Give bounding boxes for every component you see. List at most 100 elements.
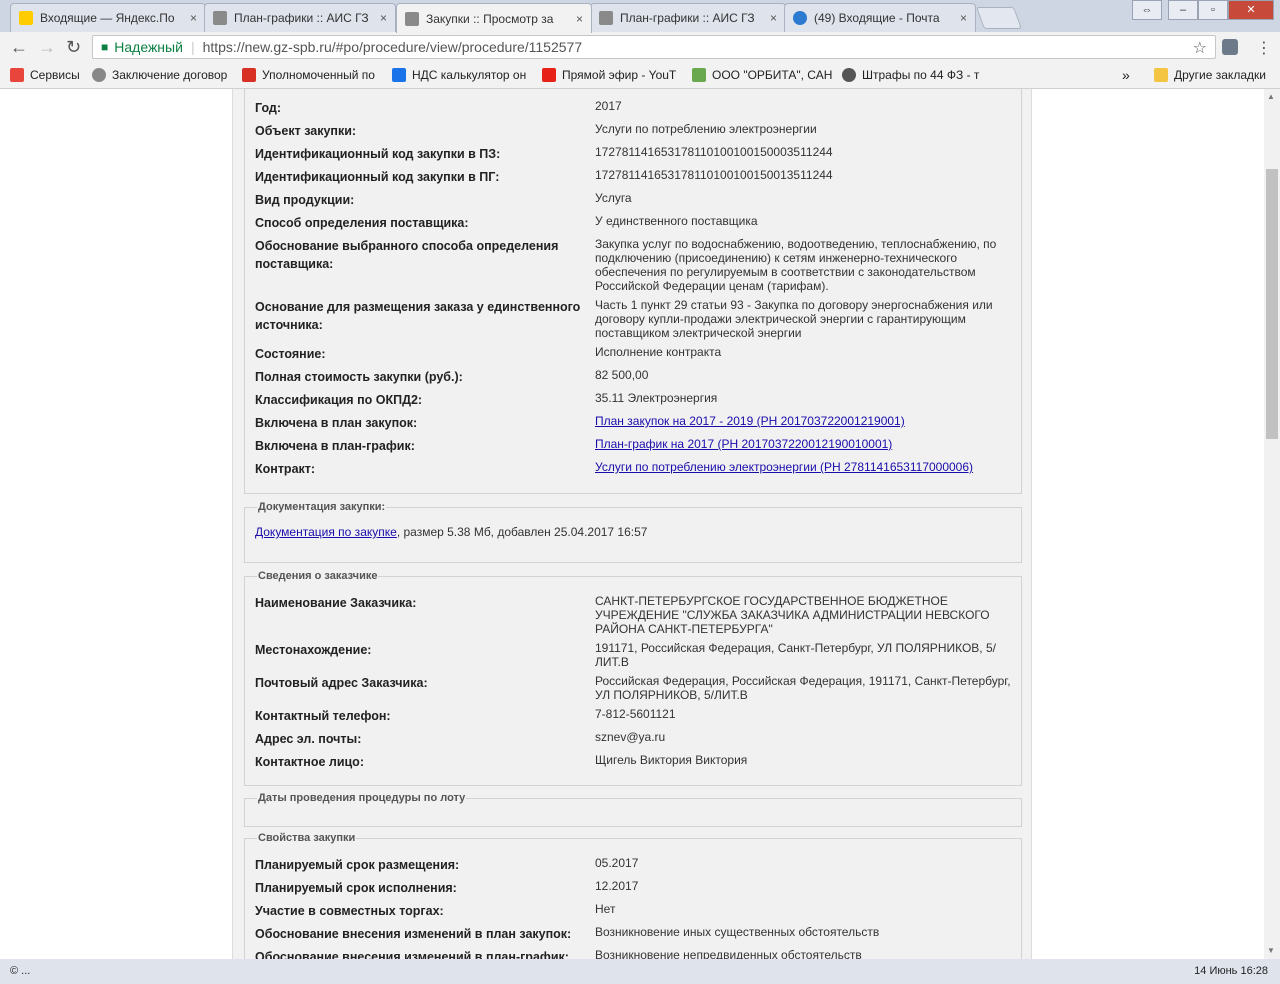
procedure-dates-section: Даты проведения процедуры по лоту <box>244 792 1022 827</box>
restore-icon[interactable]: ⇔ <box>1132 0 1162 20</box>
field-value-wrap: Услуги по потреблению электроэнергии (РН… <box>595 460 1013 474</box>
field-label: Местонахождение: <box>255 643 372 657</box>
orbita-icon <box>692 68 706 82</box>
field-label: Полная стоимость закупки (руб.): <box>255 370 463 384</box>
field-label: Включена в план-график: <box>255 439 415 453</box>
bookmark-label: Прямой эфир - YouT <box>562 68 677 82</box>
close-tab-icon[interactable]: × <box>576 12 583 26</box>
bookmark-vat-calc[interactable]: НДС калькулятор он <box>392 67 532 83</box>
reload-icon[interactable]: ↻ <box>66 36 81 58</box>
documentation-link[interactable]: Документация по закупке <box>255 525 397 539</box>
bookmark-label: Уполномоченный по <box>262 68 375 82</box>
field-label: Участие в совместных торгах: <box>255 904 444 918</box>
field-label: Вид продукции: <box>255 193 355 207</box>
bookmark-apps[interactable]: Сервисы <box>10 67 86 83</box>
section-legend: Даты проведения процедуры по лоту <box>257 792 467 804</box>
field-value: 172781141653178110100100150013511244 <box>595 168 833 182</box>
close-tab-icon[interactable]: × <box>380 11 387 25</box>
bookmarks-bar: Сервисы Заключение договор Уполномоченны… <box>0 62 1280 89</box>
bookmark-label: ООО "ОРБИТА", САН <box>712 68 832 82</box>
secure-label: Надежный <box>114 39 183 55</box>
field-label: Идентификационный код закупки в ПГ: <box>255 170 500 184</box>
field-label: Обоснование выбранного способа определен… <box>255 239 559 271</box>
field-value-wrap: План-график на 2017 (РН 2017037220012190… <box>595 437 1013 451</box>
field-label: Способ определения поставщика: <box>255 216 469 230</box>
field-value: У единственного поставщика <box>595 214 758 228</box>
field-value: Услуги по потреблению электроэнергии <box>595 122 817 136</box>
tab-yandex-mail[interactable]: Входящие — Яндекс.По × <box>10 3 206 32</box>
section-legend: Сведения о заказчике <box>257 570 379 582</box>
close-tab-icon[interactable]: × <box>190 11 197 25</box>
close-tab-icon[interactable]: × <box>960 11 967 25</box>
purchase-plan-link[interactable]: План закупок на 2017 - 2019 (РН 20170372… <box>595 414 905 428</box>
field-label: Адрес эл. почты: <box>255 732 362 746</box>
bookmark-label: Штрафы по 44 ФЗ - т <box>862 68 980 82</box>
bookmark-orbita[interactable]: ООО "ОРБИТА", САН <box>692 67 832 83</box>
field-label: Год: <box>255 101 282 115</box>
scrollbar-thumb[interactable] <box>1266 169 1278 439</box>
field-label: Контактный телефон: <box>255 709 391 723</box>
contract-link[interactable]: Услуги по потреблению электроэнергии (РН… <box>595 460 973 474</box>
window-close-button[interactable]: ✕ <box>1228 0 1274 20</box>
scroll-down-arrow-icon[interactable]: ▼ <box>1267 946 1275 955</box>
field-value: 05.2017 <box>595 856 639 870</box>
bookmark-ombudsman[interactable]: Уполномоченный по <box>242 67 382 83</box>
close-tab-icon[interactable]: × <box>770 11 777 25</box>
tab-label: (49) Входящие - Почта <box>814 11 940 25</box>
other-bookmarks-folder[interactable]: Другие закладки <box>1154 67 1274 83</box>
more-bookmarks-button[interactable]: » <box>1122 67 1138 83</box>
field-value: Закупка услуг по водоснабжению, водоотве… <box>595 237 997 293</box>
field-value: Нет <box>595 902 616 916</box>
plan-schedule-link[interactable]: План-график на 2017 (РН 2017037220012190… <box>595 437 892 451</box>
field-label: Включена в план закупок: <box>255 416 418 430</box>
gavel-icon <box>405 11 419 26</box>
forward-arrow-icon[interactable]: → <box>38 36 56 58</box>
back-arrow-icon[interactable]: ← <box>10 36 28 58</box>
gavel-icon <box>213 11 227 25</box>
minimize-button[interactable]: – <box>1168 0 1198 20</box>
url-text[interactable]: https://new.gz-spb.ru/#po/procedure/view… <box>203 39 583 55</box>
emblem-icon <box>242 68 256 82</box>
field-value: 82 500,00 <box>595 368 649 382</box>
gear-icon <box>92 68 106 82</box>
field-value: 7-812-5601121 <box>595 707 676 721</box>
field-label: Контракт: <box>255 462 316 476</box>
scroll-up-arrow-icon[interactable]: ▲ <box>1267 92 1275 101</box>
field-label: Планируемый срок размещения: <box>255 858 460 872</box>
gavel-icon <box>599 11 613 25</box>
bookmark-label: Заключение договор <box>112 68 228 82</box>
clock-text: 14 Июнь 16:28 <box>1194 965 1268 977</box>
field-value: Часть 1 пункт 29 статьи 93 - Закупка по … <box>595 298 993 340</box>
field-value: Щигель Виктория Виктория <box>595 753 748 767</box>
mail-at-icon <box>793 11 807 25</box>
vertical-scrollbar[interactable]: ▲ ▼ <box>1264 89 1280 959</box>
tab-mail-inbox[interactable]: (49) Входящие - Почта × <box>784 3 976 32</box>
tab-procurement-view[interactable]: Закупки :: Просмотр за × <box>396 3 592 33</box>
bookmark-star-icon[interactable]: ☆ <box>1193 38 1207 58</box>
field-label: Состояние: <box>255 347 326 361</box>
documentation-line: Документация по закупке, размер 5.38 Мб,… <box>255 525 647 539</box>
folder-icon <box>1154 68 1168 82</box>
new-tab-button[interactable] <box>975 7 1023 29</box>
procedure-container: Год: 2017 Объект закупки: Услуги по потр… <box>232 89 1032 959</box>
status-bar: © ... 14 Июнь 16:28 <box>0 959 1280 984</box>
tab-plan-graphics-2[interactable]: План-графики :: АИС ГЗ × <box>590 3 786 32</box>
bookmark-label: НДС калькулятор он <box>412 68 527 82</box>
extension-icon[interactable] <box>1222 39 1238 55</box>
field-value: Российская Федерация, Российская Федерац… <box>595 674 1011 702</box>
field-label: Классификация по ОКПД2: <box>255 393 423 407</box>
bookmark-contract[interactable]: Заключение договор <box>92 67 232 83</box>
bookmark-label: Другие закладки <box>1174 68 1266 82</box>
maximize-button[interactable]: ▫ <box>1198 0 1228 20</box>
field-label: Обоснование внесения изменений в план за… <box>255 927 572 941</box>
field-label: Контактное лицо: <box>255 755 364 769</box>
field-label: Обоснование внесения изменений в план-гр… <box>255 950 569 959</box>
address-bar[interactable]: ■ Надежный | https://new.gz-spb.ru/#po/p… <box>92 35 1216 59</box>
tab-plan-graphics-1[interactable]: План-графики :: АИС ГЗ × <box>204 3 396 32</box>
field-label: Объект закупки: <box>255 124 357 138</box>
status-text: © ... <box>10 965 31 977</box>
bookmark-fines[interactable]: Штрафы по 44 ФЗ - т <box>842 67 982 83</box>
menu-icon[interactable]: ⋮ <box>1256 38 1272 58</box>
field-label: Идентификационный код закупки в ПЗ: <box>255 147 501 161</box>
bookmark-youtube[interactable]: Прямой эфир - YouT <box>542 67 682 83</box>
